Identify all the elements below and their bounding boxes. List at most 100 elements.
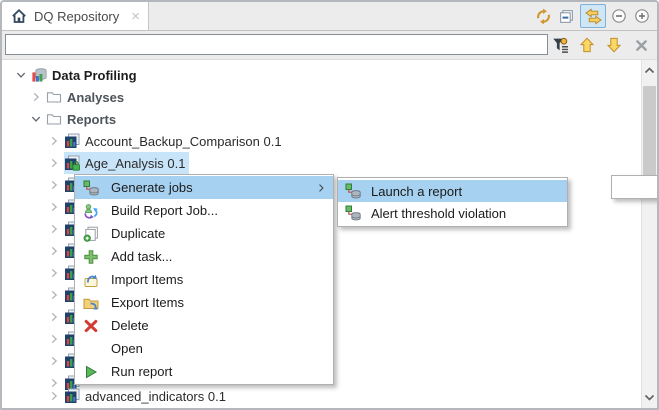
empty-icon-spacer bbox=[83, 341, 99, 357]
link-with-selection-button[interactable] bbox=[580, 4, 606, 28]
tree-row-analyses[interactable]: Analyses bbox=[2, 86, 641, 108]
scrollbar-thumb[interactable] bbox=[643, 86, 656, 186]
alert-threshold-icon bbox=[345, 205, 361, 221]
menu-item-delete[interactable]: Delete bbox=[75, 314, 333, 337]
selection-highlight: Age_Analysis 0.1 bbox=[64, 152, 189, 174]
folder-icon bbox=[46, 89, 62, 105]
submenu-arrow-icon bbox=[315, 182, 327, 194]
filter-toolbar bbox=[551, 34, 650, 56]
chevron-right-icon[interactable] bbox=[47, 178, 61, 192]
tree-label: advanced_indicators 0.1 bbox=[85, 389, 226, 404]
chevron-right-icon[interactable] bbox=[47, 310, 61, 324]
tree-row-account-backup-comparison[interactable]: Account_Backup_Comparison 0.1 bbox=[2, 130, 641, 152]
minimize-icon bbox=[611, 8, 627, 24]
duplicate-icon bbox=[83, 226, 99, 242]
link-with-selection-icon bbox=[585, 8, 602, 25]
filter-button[interactable] bbox=[551, 36, 569, 54]
report-icon bbox=[64, 388, 80, 404]
chevron-down-icon[interactable] bbox=[14, 68, 28, 82]
tree-row-age-analysis-selected[interactable]: Age_Analysis 0.1 bbox=[2, 152, 641, 174]
menu-item-add-task[interactable]: Add task... bbox=[75, 245, 333, 268]
tree-label: Analyses bbox=[67, 90, 124, 105]
scroll-up-icon bbox=[642, 63, 657, 78]
chevron-down-icon[interactable] bbox=[29, 112, 43, 126]
move-up-button[interactable] bbox=[578, 36, 596, 54]
tree-row-reports[interactable]: Reports bbox=[2, 108, 641, 130]
refresh-icon bbox=[535, 8, 552, 25]
move-up-icon bbox=[579, 37, 595, 53]
menu-item-duplicate[interactable]: Duplicate bbox=[75, 222, 333, 245]
chevron-right-icon[interactable] bbox=[47, 288, 61, 302]
minimize-button[interactable] bbox=[609, 6, 629, 26]
chevron-right-icon[interactable] bbox=[47, 389, 61, 403]
generate-jobs-submenu: Launch a report Alert threshold violatio… bbox=[337, 177, 568, 227]
export-items-icon bbox=[83, 295, 99, 311]
collapse-all-button[interactable] bbox=[556, 6, 576, 26]
tab-close-icon[interactable]: × bbox=[131, 9, 140, 24]
menu-item-build-report-job[interactable]: Build Report Job... bbox=[75, 199, 333, 222]
filter-icon bbox=[552, 37, 569, 54]
filter-input[interactable] bbox=[5, 34, 548, 55]
tab-dq-repository[interactable]: DQ Repository × bbox=[2, 2, 149, 30]
move-down-icon bbox=[606, 37, 622, 53]
tab-title: DQ Repository bbox=[34, 9, 119, 24]
vertical-scrollbar[interactable] bbox=[641, 60, 657, 408]
collapse-all-icon bbox=[558, 8, 575, 25]
submenu-item-label: Alert threshold violation bbox=[371, 206, 506, 221]
folder-icon bbox=[46, 111, 62, 127]
chevron-right-icon[interactable] bbox=[47, 244, 61, 258]
tree-label: Reports bbox=[67, 112, 116, 127]
tree-label: Data Profiling bbox=[52, 68, 137, 83]
scroll-up-button[interactable] bbox=[642, 62, 657, 79]
generate-jobs-icon bbox=[83, 180, 99, 196]
data-profiling-icon bbox=[31, 67, 47, 83]
menu-item-label: Duplicate bbox=[111, 226, 165, 241]
menu-item-label: Delete bbox=[111, 318, 149, 333]
view-menu-button[interactable] bbox=[611, 175, 659, 199]
menu-item-label: Export Items bbox=[111, 295, 184, 310]
chevron-right-icon[interactable] bbox=[47, 266, 61, 280]
home-icon bbox=[11, 8, 27, 24]
chevron-right-icon[interactable] bbox=[47, 222, 61, 236]
chevron-right-icon[interactable] bbox=[47, 156, 61, 170]
chevron-right-icon[interactable] bbox=[47, 332, 61, 346]
menu-item-label: Import Items bbox=[111, 272, 183, 287]
clear-icon bbox=[634, 38, 649, 53]
maximize-icon bbox=[634, 8, 650, 24]
menu-item-import-items[interactable]: Import Items bbox=[75, 268, 333, 291]
menu-item-label: Generate jobs bbox=[111, 180, 193, 195]
chevron-right-icon[interactable] bbox=[47, 354, 61, 368]
scroll-down-icon bbox=[642, 390, 657, 405]
tab-bar: DQ Repository × bbox=[2, 2, 657, 31]
menu-item-label: Build Report Job... bbox=[111, 203, 218, 218]
report-locked-icon bbox=[64, 155, 80, 171]
maximize-button[interactable] bbox=[632, 6, 652, 26]
move-down-button[interactable] bbox=[605, 36, 623, 54]
menu-item-open[interactable]: Open bbox=[75, 337, 333, 360]
delete-icon bbox=[83, 318, 99, 334]
submenu-item-launch-a-report[interactable]: Launch a report bbox=[338, 180, 567, 202]
add-task-icon bbox=[83, 249, 99, 265]
scroll-down-button[interactable] bbox=[642, 389, 657, 406]
menu-item-export-items[interactable]: Export Items bbox=[75, 291, 333, 314]
header-toolbar bbox=[530, 3, 652, 29]
chevron-right-icon[interactable] bbox=[47, 134, 61, 148]
chevron-right-icon[interactable] bbox=[29, 90, 43, 104]
build-report-job-icon bbox=[83, 203, 99, 219]
submenu-item-label: Launch a report bbox=[371, 184, 462, 199]
menu-item-label: Run report bbox=[111, 364, 172, 379]
tree-row-advanced-indicators[interactable]: advanced_indicators 0.1 bbox=[2, 385, 641, 407]
launch-report-icon bbox=[345, 183, 361, 199]
report-icon bbox=[64, 133, 80, 149]
import-items-icon bbox=[83, 272, 99, 288]
refresh-button[interactable] bbox=[533, 6, 553, 26]
tree-label: Account_Backup_Comparison 0.1 bbox=[85, 134, 282, 149]
chevron-right-icon[interactable] bbox=[47, 200, 61, 214]
menu-item-run-report[interactable]: Run report bbox=[75, 360, 333, 383]
menu-item-label: Open bbox=[111, 341, 143, 356]
tree-row-data-profiling[interactable]: Data Profiling bbox=[2, 64, 641, 86]
context-menu: Generate jobs Build Report Job... Duplic… bbox=[74, 174, 334, 385]
menu-item-generate-jobs[interactable]: Generate jobs bbox=[75, 176, 333, 199]
menu-item-label: Add task... bbox=[111, 249, 172, 264]
submenu-item-alert-threshold-violation[interactable]: Alert threshold violation bbox=[338, 202, 567, 224]
